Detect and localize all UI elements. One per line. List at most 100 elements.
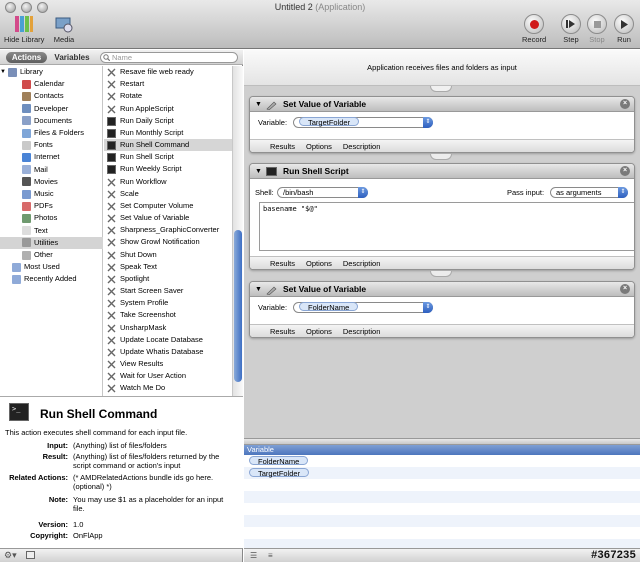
sidebar-item-label: Text [34,225,48,235]
description-tab[interactable]: Description [343,259,381,268]
list-item[interactable]: Update Locate Database [104,334,232,346]
table-row[interactable]: TargetFolder [244,467,640,479]
list-item[interactable]: UnsharpMask [104,322,232,334]
sidebar-item-mail[interactable]: Mail [0,164,48,176]
list-item[interactable]: Scale [104,188,232,200]
sidebar-item-most-used[interactable]: Most Used [0,261,60,273]
disclosure-triangle-icon[interactable]: ▼ [255,282,262,297]
sidebar-item-library[interactable]: ▼ Library [0,66,43,78]
list-item[interactable]: Start Screen Saver [104,285,232,297]
list-item[interactable]: Set Value of Variable [104,212,232,224]
list-item[interactable]: Run AppleScript [104,103,232,115]
results-tab[interactable]: Results [270,142,295,151]
list-item[interactable]: Run Monthly Script [104,127,232,139]
step-button[interactable]: Step [561,14,581,44]
tab-actions[interactable]: Actions [6,52,47,63]
sidebar-item-label: Movies [34,176,58,186]
description-tab[interactable]: Description [343,327,381,336]
log-view-icon[interactable]: ≡ [268,551,273,560]
action-label: Spotlight [120,273,150,283]
list-item[interactable]: Run Workflow [104,176,232,188]
description-key: Copyright: [30,531,68,540]
table-row[interactable]: FolderName [244,455,640,467]
variable-token[interactable]: FolderName [249,456,309,466]
card-header[interactable]: ▼ Set Value of Variable × [250,282,634,297]
list-item[interactable]: Take Screenshot [104,309,232,321]
scrollbar-thumb[interactable] [234,230,242,382]
list-item[interactable]: Shut Down [104,249,232,261]
media-button[interactable]: Media [53,14,75,44]
sidebar-item-recently-added[interactable]: Recently Added [0,273,77,285]
sidebar-item-fonts[interactable]: Fonts [0,139,53,151]
list-item[interactable]: Run Weekly Script [104,163,232,175]
library-tabs-bar: Actions Variables Name [0,50,243,65]
results-tab[interactable]: Results [270,327,295,336]
hide-library-button[interactable]: Hide Library [4,14,44,44]
list-item[interactable]: System Profile [104,297,232,309]
list-item[interactable]: View Results [104,358,232,370]
sidebar-item-calendar[interactable]: Calendar [0,78,64,90]
sidebar-item-text[interactable]: Text [0,225,48,237]
list-item[interactable]: Run Daily Script [104,115,232,127]
tab-variables[interactable]: Variables [50,52,94,63]
list-item[interactable]: Resave file web ready [104,66,232,78]
run-button[interactable]: Run [614,14,634,44]
close-icon[interactable]: × [620,166,630,176]
sidebar-item-pdfs[interactable]: PDFs [0,200,53,212]
sidebar-item-documents[interactable]: Documents [0,115,72,127]
disclosure-triangle-icon[interactable]: ▼ [255,97,262,112]
record-button[interactable]: Record [522,14,546,44]
variable-token: TargetFolder [299,117,360,127]
sidebar-item-label: Documents [34,115,72,125]
sidebar-item-developer[interactable]: Developer [0,103,68,115]
list-item[interactable]: Update Whatis Database [104,346,232,358]
list-item[interactable]: Sharpness_GraphicConverter [104,224,232,236]
sidebar-item-music[interactable]: Music [0,188,54,200]
sidebar-item-contacts[interactable]: Contacts [0,90,64,102]
shell-popup[interactable]: /bin/bash ⇕ [277,187,368,198]
sidebar-item-other[interactable]: Other [0,249,53,261]
sidebar-item-photos[interactable]: Photos [0,212,57,224]
sidebar-item-utilities[interactable]: Utilities [0,236,103,249]
options-tab[interactable]: Options [306,327,332,336]
variable-popup[interactable]: FolderName ⇕ [293,302,433,313]
gear-icon[interactable]: ⚙▾ [4,550,17,561]
list-item[interactable]: Set Computer Volume [104,200,232,212]
close-icon[interactable]: × [620,284,630,294]
stop-button[interactable]: Stop [587,14,607,44]
record-label: Record [522,35,547,44]
pane-splitter[interactable] [244,438,640,445]
close-icon[interactable]: × [620,99,630,109]
list-item[interactable]: Rotate [104,90,232,102]
results-tab[interactable]: Results [270,259,295,268]
card-header[interactable]: ▼ Set Value of Variable × [250,97,634,112]
variable-icon [266,285,277,296]
list-view-icon[interactable]: ☰ [250,551,257,560]
pass-input-popup[interactable]: as arguments ⇕ [550,187,628,198]
list-item[interactable]: Run Shell Script [104,151,232,163]
options-tab[interactable]: Options [306,142,332,151]
variable-token[interactable]: TargetFolder [249,468,310,478]
disclosure-triangle-icon[interactable]: ▼ [255,164,262,179]
list-item[interactable]: Run Shell Command [104,139,232,152]
action-list-scrollbar[interactable] [232,66,243,396]
action-list: Resave file web ready Restart Rotate Run Ap… [104,66,232,396]
sidebar-item-files-folders[interactable]: Files & Folders [0,127,84,139]
list-item[interactable]: Spotlight [104,273,232,285]
list-item[interactable]: Show Growl Notification [104,236,232,248]
sidebar-item-internet[interactable]: Internet [0,151,59,163]
list-item[interactable]: Watch Me Do [104,382,232,394]
list-item[interactable]: Speak Text [104,261,232,273]
list-item[interactable]: Wait for User Action [104,370,232,382]
disclosure-triangle-icon[interactable]: ▼ [0,66,6,78]
options-tab[interactable]: Options [306,259,332,268]
card-header[interactable]: ▼ Run Shell Script × [250,164,634,179]
variable-popup[interactable]: TargetFolder ⇕ [293,117,433,128]
info-toggle-icon[interactable] [26,551,35,559]
search-input[interactable]: Name [100,52,238,63]
list-item[interactable]: Restart [104,78,232,90]
sidebar-item-movies[interactable]: Movies [0,176,58,188]
script-editor[interactable]: basename "$@" [259,202,634,251]
description-tab[interactable]: Description [343,142,381,151]
variables-column-header[interactable]: Variable [244,445,640,455]
